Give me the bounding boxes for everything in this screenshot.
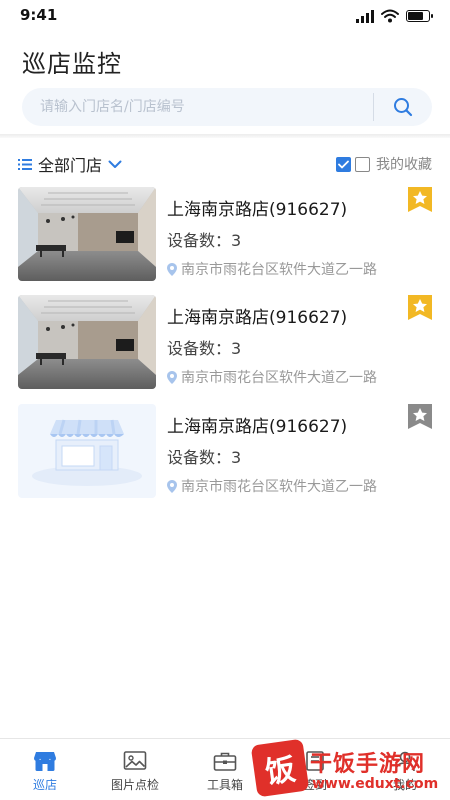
favorites-checkbox[interactable] bbox=[355, 156, 370, 172]
device-count-label: 设备数： bbox=[167, 448, 232, 467]
cellular-signal-icon bbox=[356, 8, 374, 23]
store-address: 南京市雨花台区软件大道乙一路 bbox=[167, 259, 377, 279]
search-input[interactable] bbox=[22, 88, 373, 126]
device-count-value: 3 bbox=[231, 231, 242, 250]
watermark-title: 干饭手游网 bbox=[310, 752, 426, 777]
store-name: 上海南京路店(916627) bbox=[167, 308, 348, 328]
favorites-label: 我的收藏 bbox=[376, 157, 432, 173]
header-divider bbox=[0, 134, 450, 138]
status-bar: 9:41 bbox=[0, 0, 450, 32]
device-count-label: 设备数： bbox=[167, 339, 232, 358]
store-icon bbox=[34, 752, 56, 771]
tab-store-patrol[interactable]: 巡店 bbox=[0, 739, 90, 800]
store-card[interactable]: 上海南京路店(916627) 设备数：3 南京市雨花台区软件大道乙一路 bbox=[18, 187, 434, 283]
status-time: 9:41 bbox=[20, 6, 58, 24]
favorite-star-button[interactable] bbox=[408, 404, 432, 429]
watermark-url: www.eduxt.com bbox=[312, 776, 439, 792]
list-icon bbox=[18, 158, 32, 170]
location-pin-icon bbox=[167, 370, 177, 384]
search-icon bbox=[394, 98, 413, 117]
site-watermark: 饭 干饭手游网 www.eduxt.com bbox=[248, 738, 448, 800]
toolbox-icon bbox=[213, 752, 237, 771]
chevron-down-icon bbox=[108, 160, 122, 168]
store-filter-label: 全部门店 bbox=[38, 156, 103, 175]
tab-label: 工具箱 bbox=[206, 778, 243, 792]
office-photo-image bbox=[18, 187, 156, 281]
office-photo-image bbox=[18, 295, 156, 389]
image-icon bbox=[123, 751, 147, 770]
device-count-label: 设备数： bbox=[167, 231, 232, 250]
device-count: 设备数：3 bbox=[167, 227, 241, 251]
store-thumbnail bbox=[18, 187, 156, 281]
battery-icon bbox=[406, 9, 433, 22]
watermark-seal-char: 饭 bbox=[263, 752, 298, 791]
store-name: 上海南京路店(916627) bbox=[167, 200, 348, 220]
address-text: 南京市雨花台区软件大道乙一路 bbox=[181, 262, 377, 278]
status-icons bbox=[356, 8, 433, 23]
store-filter-dropdown[interactable]: 全部门店 bbox=[18, 152, 122, 176]
store-thumbnail bbox=[18, 404, 156, 498]
favorite-star-button[interactable] bbox=[408, 295, 432, 320]
address-text: 南京市雨花台区软件大道乙一路 bbox=[181, 370, 377, 386]
search-button[interactable] bbox=[374, 88, 432, 126]
store-thumbnail bbox=[18, 295, 156, 389]
store-card[interactable]: 上海南京路店(916627) 设备数：3 南京市雨花台区软件大道乙一路 bbox=[18, 404, 434, 500]
check-icon bbox=[338, 160, 349, 168]
location-pin-icon bbox=[167, 479, 177, 493]
page-title: 巡店监控 bbox=[22, 50, 122, 78]
star-bookmark-icon bbox=[408, 187, 432, 212]
device-count: 设备数：3 bbox=[167, 444, 241, 468]
star-bookmark-icon bbox=[408, 295, 432, 320]
tab-label: 图片点检 bbox=[110, 778, 159, 792]
storefront-placeholder-image bbox=[18, 404, 156, 498]
device-count-value: 3 bbox=[231, 339, 242, 358]
device-count: 设备数：3 bbox=[167, 335, 241, 359]
store-address: 南京市雨花台区软件大道乙一路 bbox=[167, 476, 377, 496]
watermark-seal: 饭 bbox=[250, 738, 310, 798]
store-address: 南京市雨花台区软件大道乙一路 bbox=[167, 367, 377, 387]
favorite-star-button[interactable] bbox=[408, 187, 432, 212]
store-card[interactable]: 上海南京路店(916627) 设备数：3 南京市雨花台区软件大道乙一路 bbox=[18, 295, 434, 391]
wifi-icon bbox=[381, 9, 399, 22]
tab-label: 巡店 bbox=[32, 778, 57, 792]
tab-image-check[interactable]: 图片点检 bbox=[90, 739, 180, 800]
device-count-value: 3 bbox=[231, 448, 242, 467]
search-bar bbox=[22, 88, 432, 126]
star-bookmark-outline-icon bbox=[408, 404, 432, 429]
select-checkbox-checked[interactable] bbox=[336, 156, 351, 172]
favorites-filter: 我的收藏 bbox=[336, 154, 432, 174]
filter-row: 全部门店 我的收藏 bbox=[0, 150, 450, 178]
store-name: 上海南京路店(916627) bbox=[167, 417, 348, 437]
address-text: 南京市雨花台区软件大道乙一路 bbox=[181, 479, 377, 495]
location-pin-icon bbox=[167, 262, 177, 276]
